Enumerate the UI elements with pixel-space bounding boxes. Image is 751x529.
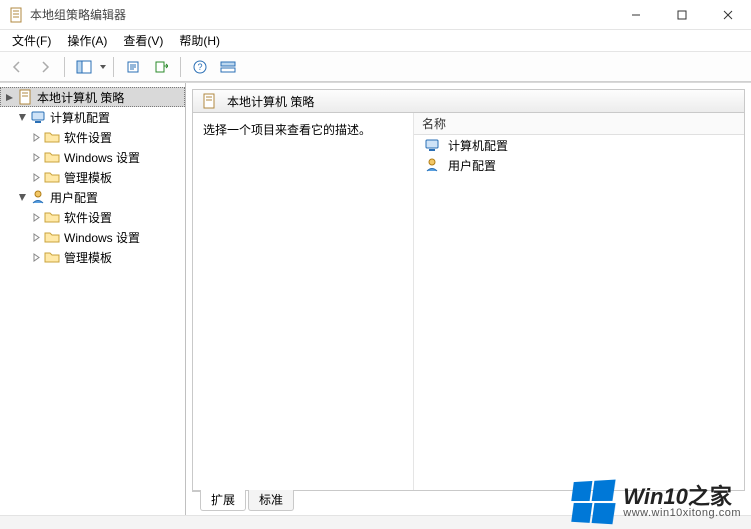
expand-icon[interactable] (30, 131, 42, 143)
toolbar-separator (64, 57, 65, 77)
collapse-icon[interactable] (16, 191, 28, 203)
tree-software-settings[interactable]: 软件设置 (0, 207, 185, 227)
toolbar: ? (0, 52, 751, 82)
window-title: 本地组策略编辑器 (30, 6, 613, 23)
policy-document-icon (17, 89, 33, 105)
menu-file[interactable]: 文件(F) (4, 30, 59, 51)
svg-text:?: ? (197, 62, 202, 72)
column-header-name[interactable]: 名称 (414, 113, 744, 135)
expand-icon[interactable] (30, 151, 42, 163)
export-list-button[interactable] (148, 55, 174, 79)
list-item-label: 计算机配置 (448, 137, 508, 154)
content-header: 本地计算机 策略 (192, 89, 745, 113)
tree-node-label: 用户配置 (50, 189, 98, 206)
tab-label: 标准 (259, 493, 283, 507)
tab-label: 扩展 (211, 493, 235, 507)
nav-forward-button[interactable] (32, 55, 58, 79)
tree-node-label: 管理模板 (64, 169, 112, 186)
tab-standard[interactable]: 标准 (248, 490, 294, 511)
description-text: 选择一个项目来查看它的描述。 (203, 123, 371, 137)
tree-node-label: 本地计算机 策略 (37, 89, 124, 106)
folder-icon (44, 149, 60, 165)
help-button[interactable]: ? (187, 55, 213, 79)
folder-icon (44, 229, 60, 245)
folder-icon (44, 209, 60, 225)
content-body: 选择一个项目来查看它的描述。 名称 计算机配置 用户配置 (192, 113, 745, 491)
tree-windows-settings[interactable]: Windows 设置 (0, 147, 185, 167)
tree-node-label: Windows 设置 (64, 229, 140, 246)
toolbar-separator (180, 57, 181, 77)
tree-node-label: 管理模板 (64, 249, 112, 266)
user-icon (30, 189, 46, 205)
folder-icon (44, 129, 60, 145)
tab-extended[interactable]: 扩展 (200, 490, 246, 511)
status-bar (0, 515, 751, 529)
tree-computer-config[interactable]: 计算机配置 (0, 107, 185, 127)
tree-admin-templates[interactable]: 管理模板 (0, 167, 185, 187)
expand-icon[interactable] (30, 231, 42, 243)
filter-button[interactable] (215, 55, 241, 79)
collapse-icon[interactable] (16, 111, 28, 123)
computer-icon (424, 137, 440, 153)
menu-bar: 文件(F) 操作(A) 查看(V) 帮助(H) (0, 30, 751, 52)
tree-user-config[interactable]: 用户配置 (0, 187, 185, 207)
content-pane: 本地计算机 策略 选择一个项目来查看它的描述。 名称 计算机配置 用户配置 (186, 83, 751, 515)
toolbar-separator (113, 57, 114, 77)
tab-strip: 扩展 标准 (192, 491, 745, 513)
computer-icon (30, 109, 46, 125)
policy-document-icon (201, 93, 217, 109)
folder-icon (44, 169, 60, 185)
show-hide-tree-button[interactable] (71, 55, 97, 79)
tree-root-node[interactable]: 本地计算机 策略 (0, 87, 185, 107)
content-header-title: 本地计算机 策略 (227, 93, 314, 110)
user-icon (424, 157, 440, 173)
app-icon (8, 7, 24, 23)
list-item[interactable]: 用户配置 (414, 155, 744, 175)
tree-node-label: 软件设置 (64, 209, 112, 226)
expand-icon[interactable] (3, 91, 15, 103)
description-column: 选择一个项目来查看它的描述。 (193, 113, 413, 490)
expand-icon[interactable] (30, 251, 42, 263)
nav-back-button[interactable] (4, 55, 30, 79)
maximize-button[interactable] (659, 0, 705, 29)
list-column: 名称 计算机配置 用户配置 (413, 113, 744, 490)
main-area: 本地计算机 策略 计算机配置 软件设置 (0, 82, 751, 515)
tree-node-label: 软件设置 (64, 129, 112, 146)
menu-view[interactable]: 查看(V) (115, 30, 171, 51)
tree-software-settings[interactable]: 软件设置 (0, 127, 185, 147)
list-item-label: 用户配置 (448, 157, 496, 174)
expand-icon[interactable] (30, 211, 42, 223)
folder-icon (44, 249, 60, 265)
tree-windows-settings[interactable]: Windows 设置 (0, 227, 185, 247)
window-titlebar: 本地组策略编辑器 (0, 0, 751, 30)
column-header-label: 名称 (422, 115, 446, 132)
minimize-button[interactable] (613, 0, 659, 29)
toolbar-dropdown-icon[interactable] (99, 65, 107, 69)
tree-pane[interactable]: 本地计算机 策略 计算机配置 软件设置 (0, 83, 186, 515)
menu-help[interactable]: 帮助(H) (171, 30, 228, 51)
expand-icon[interactable] (30, 171, 42, 183)
list-item[interactable]: 计算机配置 (414, 135, 744, 155)
properties-button[interactable] (120, 55, 146, 79)
tree-admin-templates[interactable]: 管理模板 (0, 247, 185, 267)
tree-node-label: Windows 设置 (64, 149, 140, 166)
tree-node-label: 计算机配置 (50, 109, 110, 126)
menu-action[interactable]: 操作(A) (59, 30, 115, 51)
close-button[interactable] (705, 0, 751, 29)
